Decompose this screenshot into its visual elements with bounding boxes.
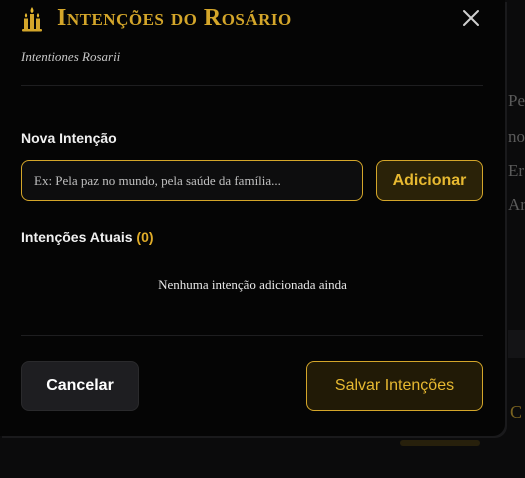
intentions-modal: Intenções do Rosário Intentiones Rosarii…	[0, 0, 505, 436]
intentions-count: (0)	[136, 229, 154, 245]
close-icon[interactable]	[459, 6, 483, 30]
background-text-line: no	[508, 127, 525, 146]
footer-divider	[21, 335, 483, 336]
background-panel	[508, 330, 525, 358]
save-intentions-button[interactable]: Salvar Intenções	[306, 361, 483, 411]
background-text-line: Er	[508, 161, 525, 180]
intention-input[interactable]	[21, 160, 363, 201]
add-button[interactable]: Adicionar	[376, 160, 483, 201]
current-intentions-label: Intenções Atuais	[21, 229, 133, 245]
modal-subtitle: Intentiones Rosarii	[21, 49, 121, 64]
modal-header: Intenções do Rosário	[21, 5, 292, 32]
candles-icon	[22, 6, 42, 31]
cancel-button[interactable]: Cancelar	[21, 361, 139, 411]
current-intentions-heading: Intenções Atuais (0)	[21, 229, 154, 245]
new-intention-label: Nova Intenção	[21, 130, 117, 146]
background-gold-text: C	[510, 402, 523, 422]
modal-title: Intenções do Rosário	[57, 5, 292, 31]
background-text-line: Pe	[508, 91, 525, 110]
header-divider	[21, 85, 483, 86]
background-glow	[400, 440, 480, 446]
background-text-line: Ar	[508, 195, 525, 214]
empty-state-message: Nenhuma intenção adicionada ainda	[158, 277, 347, 292]
